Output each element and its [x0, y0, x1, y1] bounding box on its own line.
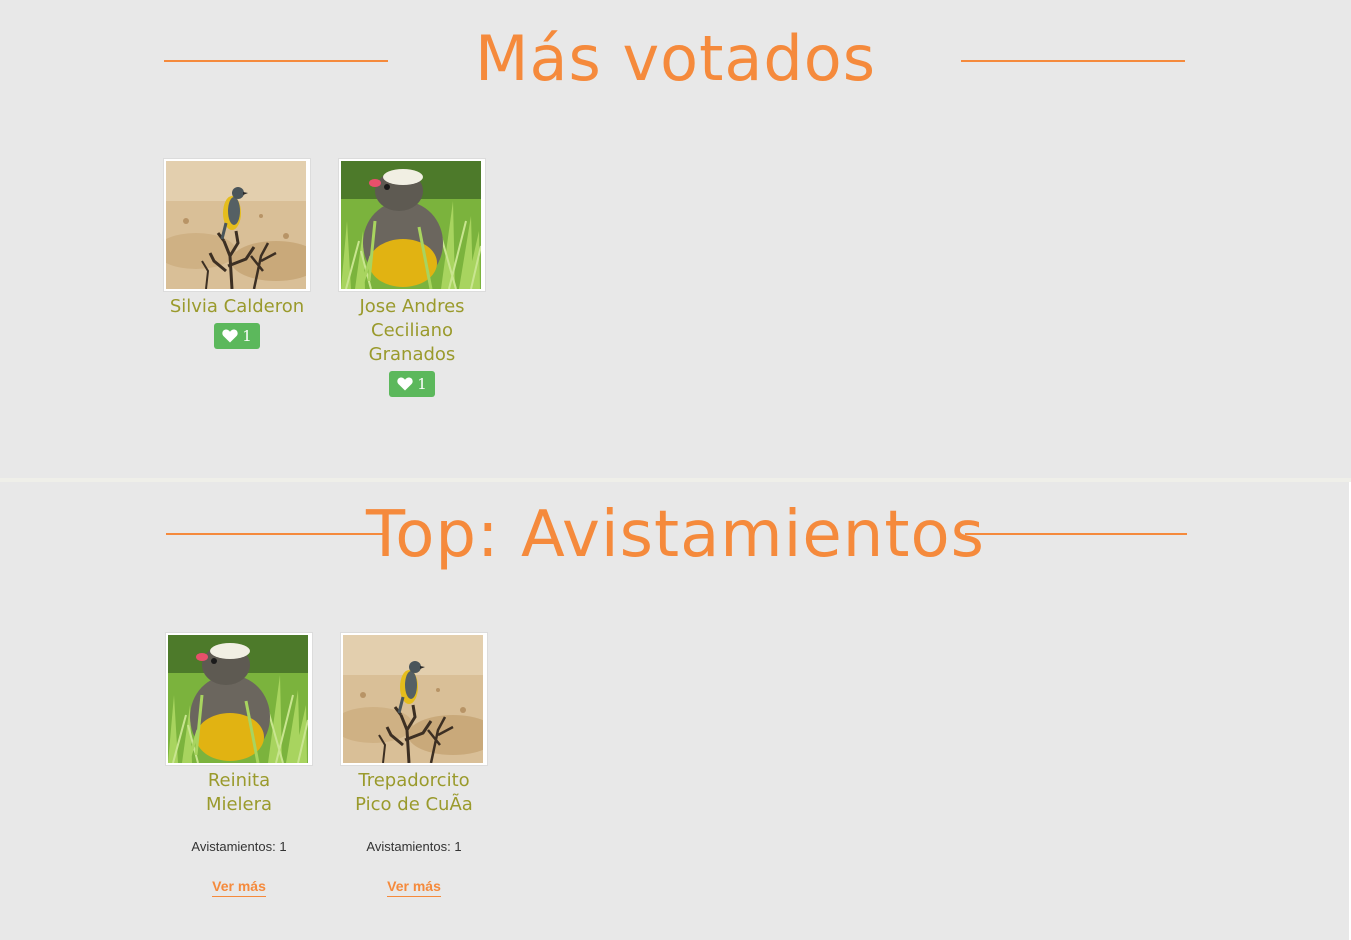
voted-author-name[interactable]: Jose Andres Ceciliano Granados — [338, 295, 486, 367]
see-more-link[interactable]: Ver más — [387, 878, 441, 897]
perched-bird-on-twig-icon — [166, 161, 306, 289]
sighting-count: Avistamientos: 1 — [191, 839, 287, 854]
species-name[interactable]: Reinita Mielera — [165, 769, 313, 817]
sighting-count: Avistamientos: 1 — [366, 839, 462, 854]
section-title: Top: Avistamientos — [366, 498, 985, 572]
like-button[interactable]: 1 — [214, 323, 260, 349]
species-name[interactable]: Trepadorcito Pico de CuÃa — [340, 769, 488, 817]
grey-yellow-bird-in-grass-icon — [341, 161, 481, 289]
sighting-photo[interactable] — [165, 632, 313, 766]
sighting-card: Trepadorcito Pico de CuÃa Avistamientos:… — [340, 632, 488, 897]
voted-card: Jose Andres Ceciliano Granados 1 — [338, 158, 486, 397]
like-count: 1 — [417, 375, 427, 393]
grey-yellow-bird-in-grass-icon — [168, 635, 308, 763]
like-count: 1 — [242, 327, 252, 345]
voted-card: Silvia Calderon 1 — [163, 158, 311, 349]
sighting-card: Reinita Mielera Avistamientos: 1 Ver más — [165, 632, 313, 897]
top-sightings-section: Top: Avistamientos Reinita Mielera Avist… — [2, 482, 1351, 940]
see-more-link[interactable]: Ver más — [212, 878, 266, 897]
heart-icon — [222, 329, 238, 343]
perched-bird-on-twig-icon — [343, 635, 483, 763]
sighting-photo[interactable] — [340, 632, 488, 766]
voted-author-name[interactable]: Silvia Calderon — [163, 295, 311, 319]
heart-icon — [397, 377, 413, 391]
section-title: Más votados — [474, 22, 876, 95]
voted-photo[interactable] — [163, 158, 311, 292]
voted-photo[interactable] — [338, 158, 486, 292]
like-button[interactable]: 1 — [389, 371, 435, 397]
most-voted-section: Más votados Silvia Calderon 1 Jose Andre… — [0, 0, 1351, 478]
